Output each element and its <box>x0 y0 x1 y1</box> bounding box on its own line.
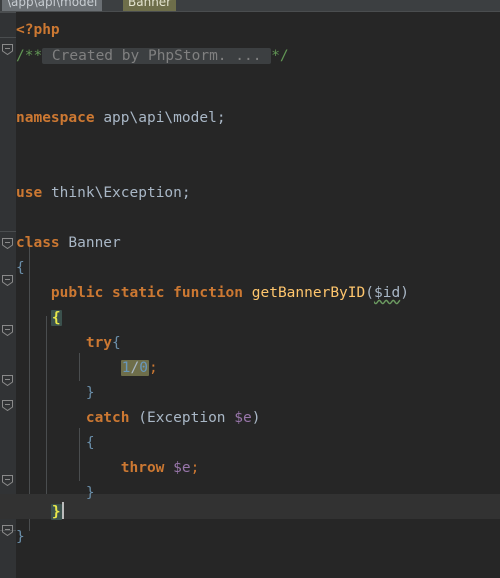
keyword-class: class <box>16 235 60 251</box>
keyword-catch: catch <box>85 410 130 426</box>
comment-close: */ <box>271 48 289 64</box>
php-open-tag: <?php <box>16 22 60 38</box>
paren-open: ( <box>365 285 374 301</box>
method-brace-close-matched: } <box>50 504 62 520</box>
use-value: think\Exception <box>50 185 182 201</box>
folded-comment-region[interactable]: Created by PhpStorm. ... <box>42 48 272 64</box>
exception-variable: $e <box>234 410 252 426</box>
fold-collapse-icon[interactable] <box>2 475 13 486</box>
fold-collapse-icon[interactable] <box>2 375 13 386</box>
text-caret <box>61 502 64 519</box>
code-line[interactable]: throw $e; <box>16 456 500 481</box>
code-line[interactable]: { <box>16 431 500 456</box>
fold-collapse-icon[interactable] <box>2 238 13 249</box>
semicolon: ; <box>190 460 200 476</box>
fold-collapse-icon[interactable] <box>2 525 13 536</box>
namespace-value: app\api\model <box>103 110 217 126</box>
code-line[interactable]: public static function getBannerByID($id… <box>16 281 500 306</box>
class-brace-open: { <box>16 260 25 276</box>
code-line[interactable]: 1/0; <box>16 356 500 381</box>
paren-close: ) <box>251 410 261 426</box>
division-by-zero-warning: 1/0 <box>120 360 149 376</box>
try-brace-close: } <box>85 385 95 401</box>
breadcrumb-item-class[interactable]: Banner <box>123 0 177 11</box>
numerator: 1 <box>121 360 131 376</box>
class-brace-close: } <box>16 529 25 545</box>
method-brace-open-matched: { <box>50 310 62 326</box>
keyword-throw: throw <box>120 460 165 476</box>
keyword-try: try <box>85 335 113 351</box>
code-line[interactable]: <?php <box>16 18 500 43</box>
catch-brace-open: { <box>85 435 95 451</box>
method-parameter: $id <box>373 285 401 301</box>
code-line[interactable]: class Banner <box>16 231 500 256</box>
divide-operator: / <box>130 360 140 376</box>
denominator: 0 <box>139 360 148 376</box>
fold-collapse-icon[interactable] <box>2 44 13 55</box>
code-line[interactable]: { <box>16 306 500 331</box>
phpstorm-editor-window: \app\api\model Banner <?php /** Created … <box>0 0 500 578</box>
semicolon: ; <box>148 360 158 376</box>
semicolon: ; <box>216 110 226 126</box>
code-text-area[interactable]: <?php /** Created by PhpStorm. ... */ na… <box>0 12 500 578</box>
keyword-use: use <box>16 185 43 201</box>
fold-collapse-icon[interactable] <box>2 325 13 336</box>
class-name: Banner <box>68 235 121 251</box>
semicolon: ; <box>181 185 191 201</box>
catch-brace-close: } <box>85 485 95 501</box>
code-line-active[interactable]: } <box>16 500 500 525</box>
code-line[interactable]: namespace app\api\model; <box>16 106 500 131</box>
try-brace-open: { <box>112 335 121 351</box>
code-line[interactable]: try{ <box>16 331 500 356</box>
code-line[interactable]: } <box>16 525 500 550</box>
breadcrumb-item-package[interactable]: \app\api\model <box>2 0 103 11</box>
thrown-variable: $e <box>173 460 191 476</box>
paren-open: ( <box>138 410 147 426</box>
fold-collapse-icon[interactable] <box>2 275 13 286</box>
keyword-function: function <box>173 285 244 301</box>
method-name: getBannerByID <box>251 285 366 301</box>
paren-close: ) <box>400 285 409 301</box>
code-line[interactable]: use think\Exception; <box>16 181 500 206</box>
breadcrumb: \app\api\model Banner <box>0 0 500 11</box>
exception-type: Exception <box>146 410 226 426</box>
keyword-namespace: namespace <box>16 110 95 126</box>
fold-collapse-icon[interactable] <box>2 400 13 411</box>
code-line[interactable]: /** Created by PhpStorm. ... */ <box>16 44 500 69</box>
keyword-public: public <box>50 285 104 301</box>
code-line[interactable]: } <box>16 381 500 406</box>
code-line[interactable]: { <box>16 256 500 281</box>
code-line[interactable]: catch (Exception $e) <box>16 406 500 431</box>
keyword-static: static <box>112 285 165 301</box>
code-editor[interactable]: <?php /** Created by PhpStorm. ... */ na… <box>0 12 500 578</box>
comment-open: /** <box>16 48 43 64</box>
